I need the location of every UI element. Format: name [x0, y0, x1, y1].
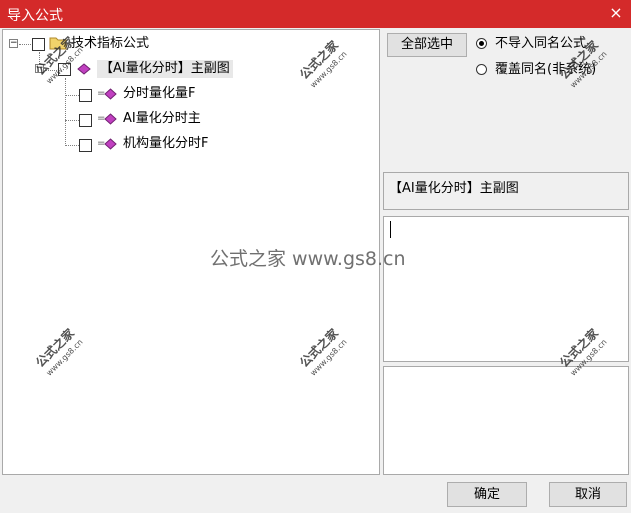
root-checkbox[interactable] — [32, 38, 45, 51]
tree-item-label: 分时量化量F — [123, 86, 196, 101]
item-checkbox[interactable] — [79, 139, 92, 152]
watermark-center: 公式之家 www.gs8.cn — [210, 248, 406, 270]
radio-icon[interactable] — [476, 64, 487, 75]
formula-name: 【AI量化分时】主副图 — [389, 181, 519, 196]
item-checkbox[interactable] — [79, 114, 92, 127]
tree-item-label: AI量化分时主 — [123, 111, 201, 126]
select-all-button[interactable]: 全部选中 — [387, 33, 467, 57]
close-icon[interactable]: × — [605, 2, 627, 24]
tree-item[interactable]: = AI量化分时主 — [3, 110, 373, 128]
title-bar: 导入公式 × — [0, 0, 631, 28]
window-title: 导入公式 — [7, 8, 63, 24]
formula-name-box: 【AI量化分时】主副图 — [383, 172, 629, 210]
ok-button[interactable]: 确定 — [447, 482, 527, 507]
radio-label: 不导入同名公式 — [495, 36, 587, 51]
formula-group-icon — [77, 63, 91, 81]
text-caret — [390, 221, 391, 238]
tree-item-label: 机构量化分时F — [123, 136, 209, 151]
tree-node-label: 【AI量化分时】主副图 — [97, 60, 233, 78]
radio-icon[interactable] — [476, 38, 487, 49]
formula-icon — [104, 88, 117, 106]
formula-info-box — [383, 366, 629, 475]
tree-item[interactable]: = 机构量化分时F — [3, 135, 373, 153]
collapse-icon[interactable]: − — [9, 39, 18, 48]
item-checkbox[interactable] — [79, 89, 92, 102]
formula-icon — [104, 113, 117, 131]
formula-icon — [104, 138, 117, 156]
cancel-button[interactable]: 取消 — [549, 482, 627, 507]
